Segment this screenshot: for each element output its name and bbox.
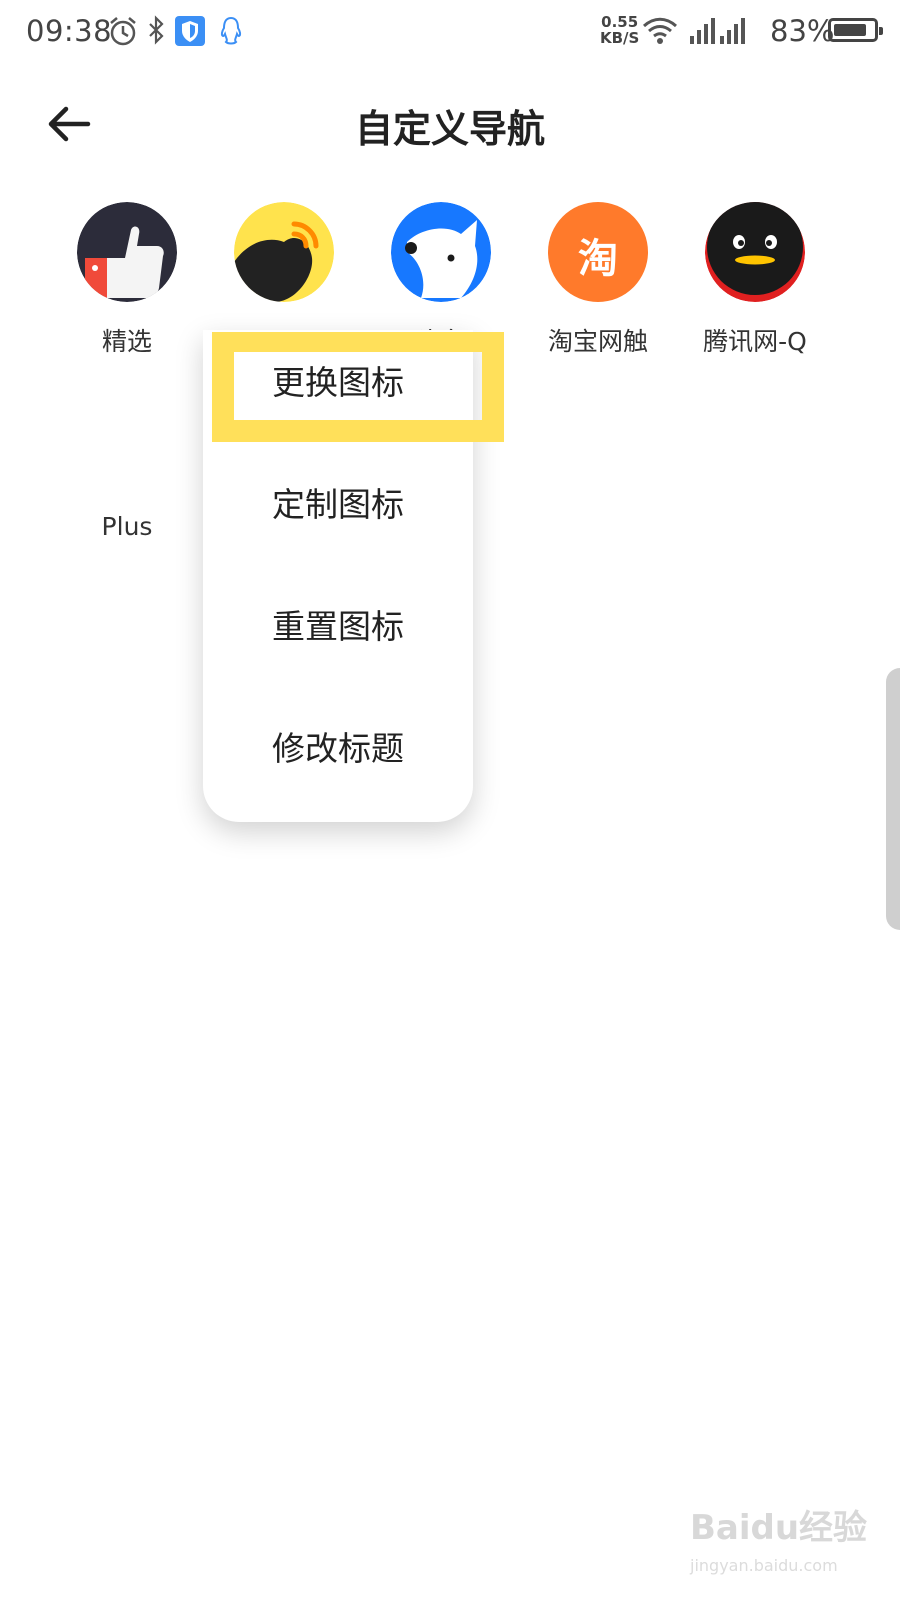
hand-signal-icon [234,202,334,302]
taobao-icon: 淘 [548,202,648,302]
nav-label: 精选 [101,327,152,356]
qq-penguin-icon [220,16,242,45]
network-speed-value: 0.55 [601,13,639,31]
network-speed: 0.55 KB/S [600,14,639,46]
status-bar: 09:38 0.55 KB/S 83% [0,0,900,64]
wifi-icon [642,17,678,44]
qq-penguin-face-icon [705,202,805,302]
alarm-icon [110,17,136,46]
battery-icon [828,18,883,42]
bluetooth-icon [149,15,164,45]
battery-tip [879,27,883,35]
polar-bear-icon [391,202,491,302]
shield-icon [175,16,205,46]
nav-item-yellow[interactable] [219,202,349,322]
thumbs-up-icon [77,202,177,302]
baidu-watermark-url: jingyan.baidu.com [690,1556,838,1575]
highlight-box [212,332,504,442]
menu-item-customize-icon[interactable]: 定制图标 [203,478,473,526]
page-title: 自定义导航 [354,107,545,151]
nav-item-jingxuan[interactable]: 精选 [62,202,192,358]
menu-item-edit-title[interactable]: 修改标题 [203,722,473,770]
network-speed-unit: KB/S [600,29,640,47]
baidu-watermark: Baidu经验 [690,1508,868,1548]
battery-fill [834,24,866,36]
side-drawer-handle[interactable] [886,668,900,930]
nav-label: 腾讯网-Q [703,327,807,356]
nav-item-taobao[interactable]: 淘 淘宝网触 [533,202,663,358]
battery-percentage: 83% [770,14,835,48]
nav-label: 淘宝网触 [547,327,648,356]
signal-g-icon [690,18,715,44]
nav-item-tencent[interactable]: 腾讯网-Q [690,202,820,358]
taobao-badge-text: 淘 [578,236,618,282]
status-time: 09:38 [26,14,113,48]
menu-item-reset-icon[interactable]: 重置图标 [203,600,473,648]
nav-label-plus[interactable]: Plus [62,512,192,541]
signal-4g-icon [720,18,745,44]
